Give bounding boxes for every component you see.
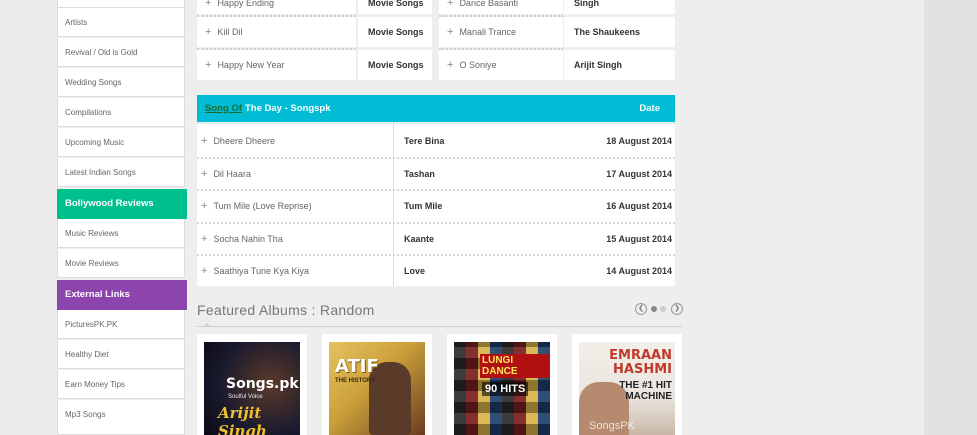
cover-subtitle: Soulful Voice — [228, 394, 263, 400]
film-name[interactable]: Tashan — [404, 158, 435, 190]
song-name[interactable]: Dil Haara — [213, 169, 251, 179]
table-row[interactable]: + Saathiya Tune Kya Kiya Love 14 August 2… — [197, 255, 675, 287]
song-date: 18 August 2014 — [606, 136, 672, 146]
plus-icon: + — [201, 265, 208, 277]
sidebar-link-picturespk[interactable]: PicturesPK.PK — [57, 310, 185, 339]
top-table-row[interactable]: + Happy New Year — [197, 50, 356, 80]
sidebar-heading-reviews: Bollywood Reviews — [57, 189, 187, 219]
top-table-sub[interactable]: Singh — [564, 0, 675, 14]
film-name[interactable]: Kaante — [404, 223, 434, 255]
sidebar-link-mp3[interactable]: Mp3 Songs — [57, 400, 185, 435]
song-of-day-link[interactable]: Song Of — [205, 103, 242, 114]
top-table-row[interactable]: + Kill Dil — [197, 17, 356, 47]
plus-icon: + — [201, 135, 208, 147]
top-table-row[interactable]: + O Soniye — [439, 50, 563, 80]
sidebar-link-artists[interactable]: Artists — [57, 8, 185, 37]
table-row[interactable]: + Dil Haara Tashan 17 August 2014 — [197, 158, 675, 190]
featured-divider — [197, 326, 682, 327]
chevron-left-icon[interactable]: ❮ — [635, 303, 647, 315]
table-row[interactable]: + Socha Nahin Tha Kaante 15 August 2014 — [197, 223, 675, 255]
sidebar: Artists Revival / Old is Gold Wedding So… — [57, 0, 187, 435]
top-table-sub[interactable]: The Shaukeens — [564, 17, 675, 47]
song-date: 16 August 2014 — [606, 201, 672, 211]
song-date: 14 August 2014 — [606, 266, 672, 276]
table-row[interactable]: + Dheere Dheere Tere Bina 18 August 2014 — [197, 125, 675, 157]
album-cover[interactable]: Songs.pk Soulful Voice Arijit Singh — [204, 342, 300, 435]
sidebar-link-revival[interactable]: Revival / Old is Gold — [57, 38, 185, 67]
album-card[interactable]: EMRAAN HASHMI THE #1 HIT MACHINE SongsPK — [572, 334, 682, 435]
cover-subtitle: THE HISTORY — [335, 378, 376, 384]
film-name[interactable]: Love — [404, 255, 425, 287]
cover-title: EMRAAN HASHMI — [609, 348, 672, 377]
song-name[interactable]: Socha Nahin Tha — [213, 234, 282, 244]
album-card[interactable]: LUNGI DANCE 90 HITS — [447, 334, 557, 435]
top-table-sub[interactable]: Movie Songs — [358, 17, 432, 47]
album-card[interactable]: ATIF THE HISTORY — [322, 334, 432, 435]
song-date: 17 August 2014 — [606, 169, 672, 179]
sidebar-link-compilations[interactable]: Compilations — [57, 98, 185, 127]
song-of-day-table: + Dheere Dheere Tere Bina 18 August 2014 … — [197, 124, 675, 286]
song-of-day-title: The Day - Songspk — [245, 103, 331, 114]
top-table-sub[interactable]: Movie Songs — [358, 0, 432, 14]
album-cover[interactable]: EMRAAN HASHMI THE #1 HIT MACHINE SongsPK — [579, 342, 675, 435]
plus-icon: + — [201, 233, 208, 245]
cover-title: ATIF — [335, 356, 379, 377]
table-row[interactable]: + Tum Mile (Love Reprise) Tum Mile 16 Aug… — [197, 190, 675, 222]
carousel-dot[interactable] — [660, 306, 666, 312]
cover-title: Songs.pk — [226, 376, 299, 392]
song-of-day-date-header: Date — [639, 103, 660, 114]
film-name[interactable]: Tere Bina — [404, 125, 444, 157]
chevron-right-icon[interactable]: ❯ — [671, 303, 683, 315]
sidebar-link-movie-reviews[interactable]: Movie Reviews — [57, 249, 185, 278]
plus-icon: + — [447, 0, 454, 9]
album-card[interactable]: Songs.pk Soulful Voice Arijit Singh — [197, 334, 307, 435]
top-table-sub[interactable]: Arijit Singh — [564, 50, 675, 80]
carousel-dot-active[interactable] — [651, 306, 657, 312]
plus-icon: + — [205, 59, 212, 71]
cover-subtitle: THE #1 HIT MACHINE — [619, 380, 672, 402]
plus-icon: + — [447, 59, 454, 71]
album-cover[interactable]: ATIF THE HISTORY — [329, 342, 425, 435]
sidebar-link-latest[interactable]: Latest Indian Songs — [57, 158, 185, 187]
sidebar-link-earn-money[interactable]: Earn Money Tips — [57, 370, 185, 399]
top-table-sub[interactable]: Movie Songs — [358, 50, 432, 80]
sidebar-link-music-reviews[interactable]: Music Reviews — [57, 219, 185, 248]
plus-icon: + — [205, 26, 212, 38]
sidebar-heading-external: External Links — [57, 280, 187, 310]
cover-subtitle: 90 HITS — [482, 382, 529, 396]
sidebar-link-wedding[interactable]: Wedding Songs — [57, 68, 185, 97]
song-name[interactable]: Dheere Dheere — [213, 136, 275, 146]
sidebar-link-healthy-diet[interactable]: Healthy Diet — [57, 340, 185, 369]
film-name[interactable]: Tum Mile — [404, 190, 442, 222]
song-of-day-header: Song Of The Day - Songspk Date — [197, 95, 675, 122]
sidebar-link-cut[interactable] — [57, 0, 185, 8]
cover-artist: Arijit Singh — [218, 404, 267, 435]
featured-notch — [203, 323, 211, 327]
cover-watermark: SongsPK — [589, 420, 635, 432]
top-table-row[interactable]: + Happy Ending — [197, 0, 356, 14]
page-background-strip — [924, 0, 977, 435]
album-cover[interactable]: LUNGI DANCE 90 HITS — [454, 342, 550, 435]
sidebar-link-upcoming[interactable]: Upcoming Music — [57, 128, 185, 157]
featured-albums-title: Featured Albums : Random — [197, 302, 375, 318]
plus-icon: + — [201, 200, 208, 212]
plus-icon: + — [205, 0, 212, 9]
song-name[interactable]: Saathiya Tune Kya Kiya — [213, 266, 309, 276]
top-table-row[interactable]: + Dance Basanti — [439, 0, 563, 14]
song-date: 15 August 2014 — [606, 234, 672, 244]
cover-title: LUNGI DANCE — [480, 354, 550, 378]
top-table-row[interactable]: + Manali Trance — [439, 17, 563, 47]
plus-icon: + — [201, 168, 208, 180]
song-name[interactable]: Tum Mile (Love Reprise) — [213, 201, 311, 211]
plus-icon: + — [447, 26, 454, 38]
